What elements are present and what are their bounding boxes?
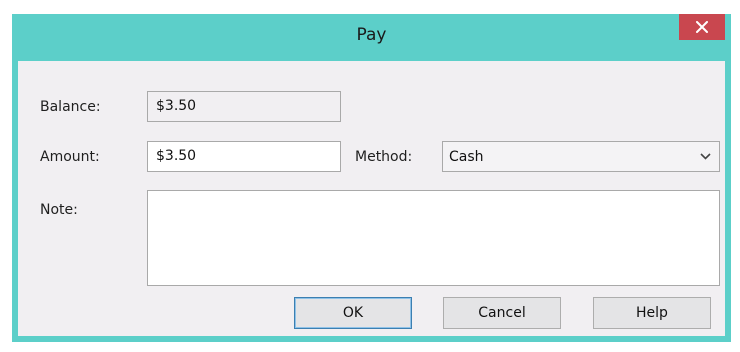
method-select[interactable]: Cash: [442, 141, 720, 172]
close-icon: [696, 21, 708, 33]
dialog-title: Pay: [356, 25, 387, 45]
note-label: Note:: [40, 202, 78, 218]
amount-label: Amount:: [40, 149, 100, 165]
title-bar[interactable]: Pay: [12, 14, 731, 61]
cancel-button[interactable]: Cancel: [443, 297, 561, 329]
close-button[interactable]: [679, 14, 725, 40]
note-textarea[interactable]: [147, 190, 720, 286]
balance-label: Balance:: [40, 99, 101, 115]
method-label: Method:: [355, 149, 413, 165]
pay-dialog: Pay Balance: $3.50 Amount: $3.50 Method:…: [12, 14, 731, 342]
ok-button[interactable]: OK: [294, 297, 412, 329]
balance-field: $3.50: [147, 91, 341, 122]
chevron-down-icon: [700, 153, 711, 160]
help-button[interactable]: Help: [593, 297, 711, 329]
method-selected-value: Cash: [449, 149, 484, 165]
amount-input[interactable]: $3.50: [147, 141, 341, 172]
dialog-body: Balance: $3.50 Amount: $3.50 Method: Cas…: [18, 61, 725, 336]
